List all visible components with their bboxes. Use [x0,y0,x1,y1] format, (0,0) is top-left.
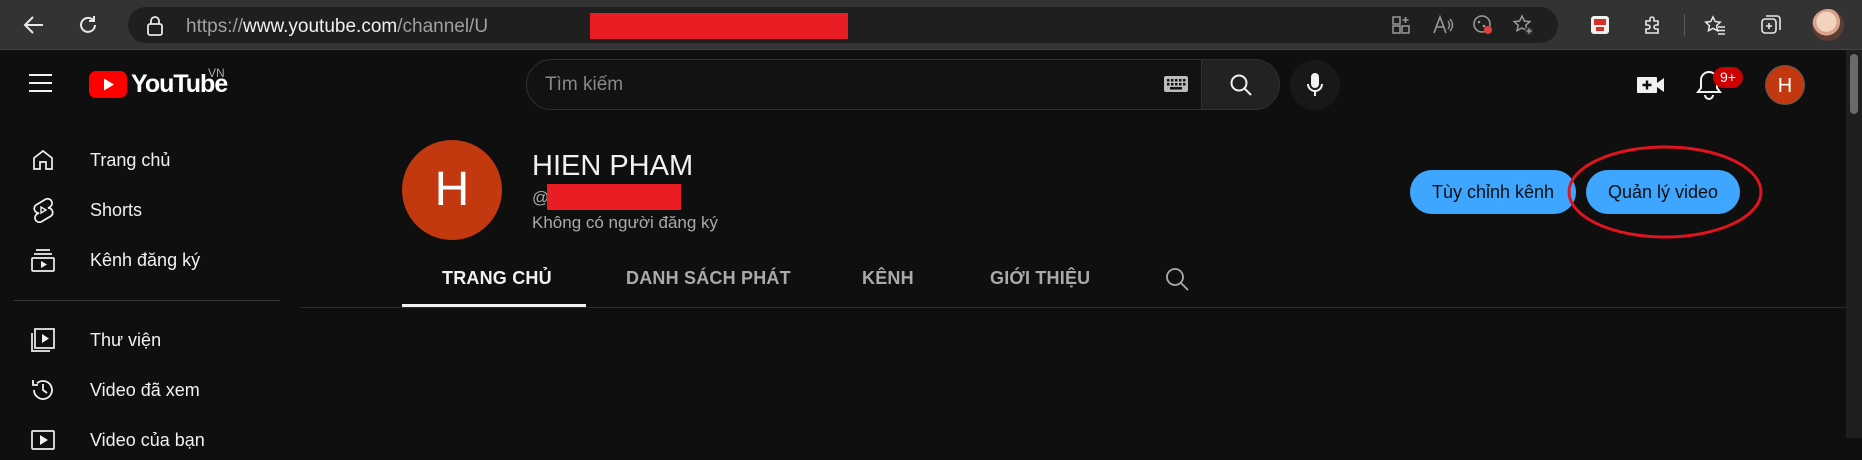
tab-channels[interactable]: KÊNH [862,268,914,289]
redaction-box [590,13,848,39]
sidebar-item-your-videos[interactable]: Video của bạn [28,420,205,460]
read-aloud-button[interactable] [1430,12,1456,38]
scrollbar[interactable] [1846,50,1862,438]
sidebar-item-label: Video của bạn [90,429,205,450]
microphone-icon [1307,73,1323,96]
channel-search-button[interactable] [1164,266,1190,292]
create-button[interactable] [1634,68,1668,102]
video-camera-add-icon [1637,77,1664,93]
collections-icon [1761,15,1781,34]
subscriptions-icon [28,245,58,275]
sidebar-item-label: Video đã xem [90,379,200,400]
url-path: /channel/U [397,16,489,37]
library-icon [28,325,58,355]
star-add-icon [1512,14,1533,35]
sidebar-item-label: Shorts [90,199,143,220]
your-videos-icon [28,425,58,455]
notification-badge: 9+ [1713,67,1743,88]
search-icon [1166,268,1189,291]
history-icon [28,375,58,405]
tab-home[interactable]: TRANG CHỦ [442,268,552,289]
scrollbar-thumb[interactable] [1850,54,1858,114]
hamburger-icon [29,74,52,92]
country-code: VN [208,66,225,80]
search-icon [1230,74,1252,96]
sidebar-item-history[interactable]: Video đã xem [28,370,200,410]
home-icon [28,145,58,175]
search-button[interactable] [1202,59,1280,110]
puzzle-icon [1645,16,1659,34]
browser-toolbar: https://www.youtube.com/channel/U [0,0,1862,50]
channel-name: HIEN PHAM [532,150,694,182]
back-arrow-icon [23,16,43,34]
search-input[interactable] [545,70,1085,100]
favorites-button[interactable] [1700,10,1730,40]
refresh-button[interactable] [72,9,104,41]
url-host: www.youtube.com [243,16,398,37]
extension-button[interactable] [1585,10,1615,40]
add-favorite-button[interactable] [1510,12,1536,38]
search-container[interactable] [526,59,1202,110]
tab-about[interactable]: GIỚI THIỆU [990,268,1090,289]
channel-avatar[interactable]: H [402,140,502,240]
collections-button[interactable] [1756,10,1786,40]
lock-icon[interactable] [146,16,164,36]
tabs-divider [300,307,1846,308]
sidebar-item-home[interactable]: Trang chủ [28,140,170,180]
customize-channel-button[interactable]: Tùy chỉnh kênh [1410,170,1576,214]
voice-search-button[interactable] [1290,60,1340,110]
menu-button[interactable] [28,72,62,100]
toolbar-divider [1684,14,1685,36]
cookie-icon [1473,15,1492,34]
refresh-icon [80,16,96,33]
extensions-button[interactable] [1638,10,1668,40]
sidebar-divider [14,300,280,301]
address-bar[interactable]: https://www.youtube.com/channel/U [128,7,1558,43]
sidebar-item-shorts[interactable]: Shorts [28,190,142,230]
sidebar-item-subscriptions[interactable]: Kênh đăng ký [28,240,200,280]
redaction-box [547,184,681,210]
youtube-logo[interactable]: YouTube VN [89,66,228,99]
keyboard-icon[interactable] [1163,75,1189,93]
annotation-circle [1567,145,1763,239]
url-scheme: https:// [186,16,244,37]
favorites-star-icon [1704,15,1725,35]
sidebar-item-label: Thư viện [90,329,162,350]
read-aloud-icon [1433,15,1454,34]
shorts-icon [28,195,58,225]
tab-playlists[interactable]: DANH SÁCH PHÁT [626,268,791,289]
tracking-prevention-button[interactable] [1470,12,1496,38]
sidebar-item-library[interactable]: Thư viện [28,320,161,360]
url-text[interactable]: https://www.youtube.com/channel/U [186,16,488,38]
youtube-play-icon [89,71,127,98]
sidebar-item-label: Trang chủ [90,149,171,170]
subscriber-count: Không có người đăng ký [532,213,719,232]
apps-icon [1392,16,1410,34]
sidebar-item-label: Kênh đăng ký [90,249,201,270]
extension-badge-icon [1591,16,1609,34]
account-avatar[interactable]: H [1765,65,1805,105]
browser-profile-avatar[interactable] [1812,9,1844,41]
back-button[interactable] [18,9,50,41]
app-available-button[interactable] [1388,12,1414,38]
